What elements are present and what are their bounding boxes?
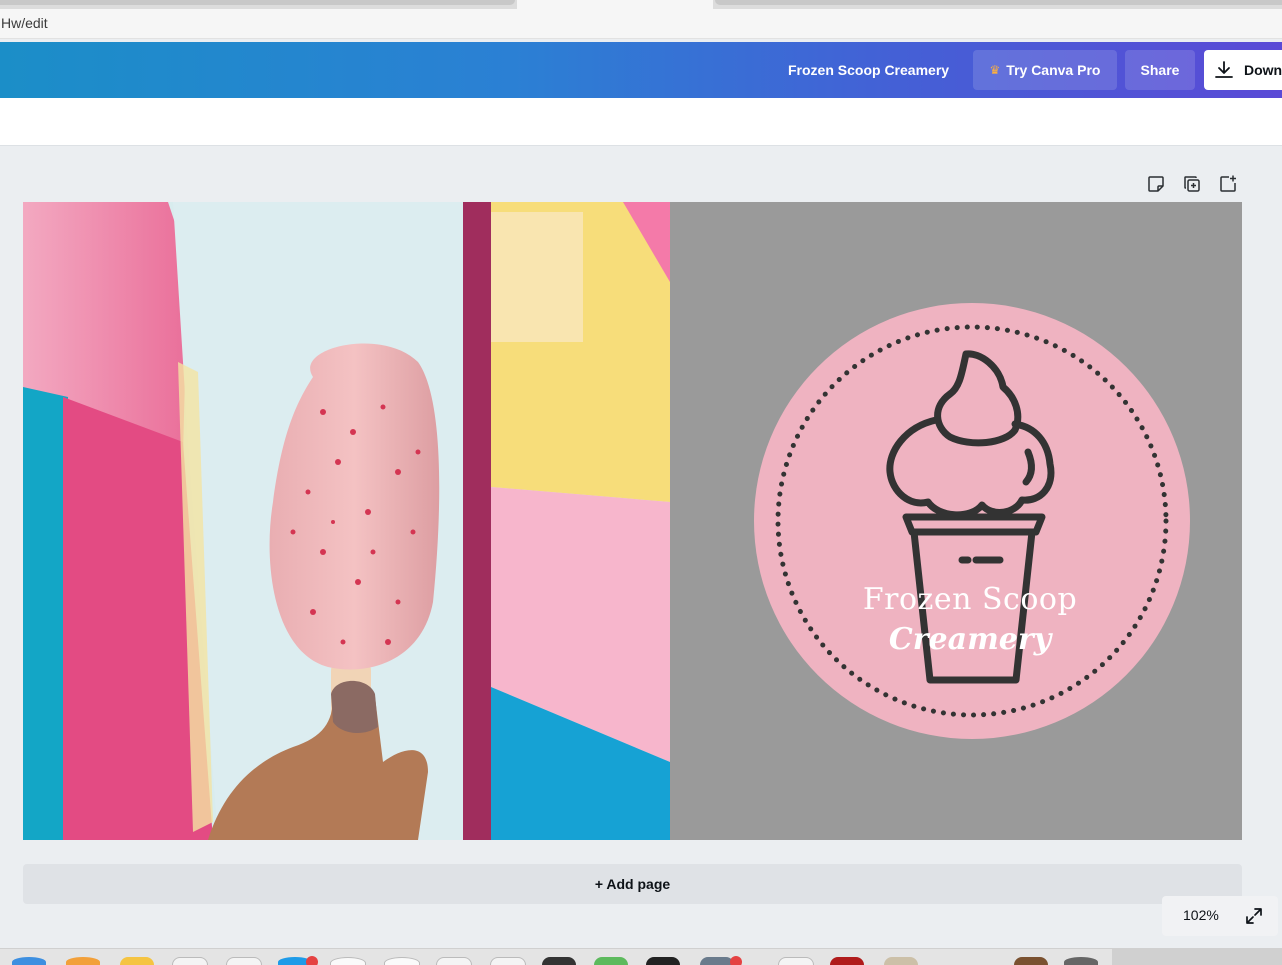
add-page-icon[interactable] bbox=[1218, 174, 1238, 194]
notification-badge bbox=[730, 956, 742, 965]
dock-app-icon[interactable] bbox=[1014, 957, 1048, 965]
browser-tab[interactable] bbox=[715, 0, 1282, 5]
dock-app-icon[interactable] bbox=[436, 957, 472, 965]
editor-header: Frozen Scoop Creamery ♛ Try Canva Pro Sh… bbox=[0, 42, 1282, 98]
dock-app-icon[interactable] bbox=[830, 957, 864, 965]
document-title[interactable]: Frozen Scoop Creamery bbox=[788, 62, 949, 78]
expand-icon[interactable] bbox=[1244, 906, 1264, 926]
zoom-level[interactable]: 102% bbox=[1183, 907, 1219, 923]
notification-badge bbox=[306, 956, 318, 965]
dock-app-icon[interactable] bbox=[884, 957, 918, 965]
dock-app-icon[interactable] bbox=[172, 957, 208, 965]
crown-icon: ♛ bbox=[989, 63, 1001, 77]
dock-app-icon[interactable] bbox=[778, 957, 814, 965]
url-text[interactable]: Hw/edit bbox=[1, 15, 48, 31]
download-label: Down bbox=[1244, 62, 1282, 78]
address-bar[interactable]: Hw/edit bbox=[0, 9, 1282, 39]
dock-app-icon[interactable] bbox=[1064, 957, 1098, 965]
browser-tab-active[interactable] bbox=[517, 0, 713, 9]
dock-app-icon[interactable] bbox=[66, 957, 100, 965]
dock-app-icon[interactable] bbox=[12, 957, 46, 965]
page-actions bbox=[1146, 174, 1238, 194]
dock-app-icon[interactable] bbox=[330, 957, 366, 965]
dock-app-icon[interactable] bbox=[490, 957, 526, 965]
logo-brand-subtitle[interactable]: Creamery bbox=[670, 622, 1242, 657]
dock-app-icon[interactable] bbox=[700, 957, 734, 965]
dock-app-icon[interactable] bbox=[542, 957, 576, 965]
add-page-label: + Add page bbox=[594, 876, 671, 892]
dock-app-icon[interactable] bbox=[226, 957, 262, 965]
browser-tab[interactable] bbox=[0, 0, 515, 5]
context-toolbar bbox=[0, 98, 1282, 146]
logo-brand-name[interactable]: Frozen Scoop bbox=[670, 582, 1242, 617]
sticky-note-icon[interactable] bbox=[1146, 174, 1166, 194]
download-button[interactable]: Down bbox=[1204, 50, 1282, 90]
dock-app-icon[interactable] bbox=[646, 957, 680, 965]
ice-cream-logo bbox=[754, 303, 1190, 739]
design-page[interactable]: Frozen Scoop Creamery bbox=[23, 202, 1242, 840]
dock-app-icon[interactable] bbox=[594, 957, 628, 965]
popsicle-photo[interactable] bbox=[23, 202, 670, 840]
popsicle-photo-image bbox=[23, 202, 670, 840]
zoom-control: 102% bbox=[1162, 896, 1278, 936]
system-dock bbox=[0, 948, 1282, 965]
share-button[interactable]: Share bbox=[1125, 50, 1195, 90]
try-canva-pro-button[interactable]: ♛ Try Canva Pro bbox=[973, 50, 1117, 90]
logo-panel[interactable]: Frozen Scoop Creamery bbox=[670, 202, 1242, 840]
try-canva-pro-label: Try Canva Pro bbox=[1006, 62, 1101, 78]
download-icon bbox=[1215, 61, 1233, 78]
dock-app-icon[interactable] bbox=[384, 957, 420, 965]
add-page-button[interactable]: + Add page bbox=[23, 864, 1242, 904]
browser-tab-strip bbox=[0, 0, 1282, 9]
dock-app-icon[interactable] bbox=[120, 957, 154, 965]
duplicate-page-icon[interactable] bbox=[1182, 174, 1202, 194]
share-label: Share bbox=[1140, 62, 1180, 78]
